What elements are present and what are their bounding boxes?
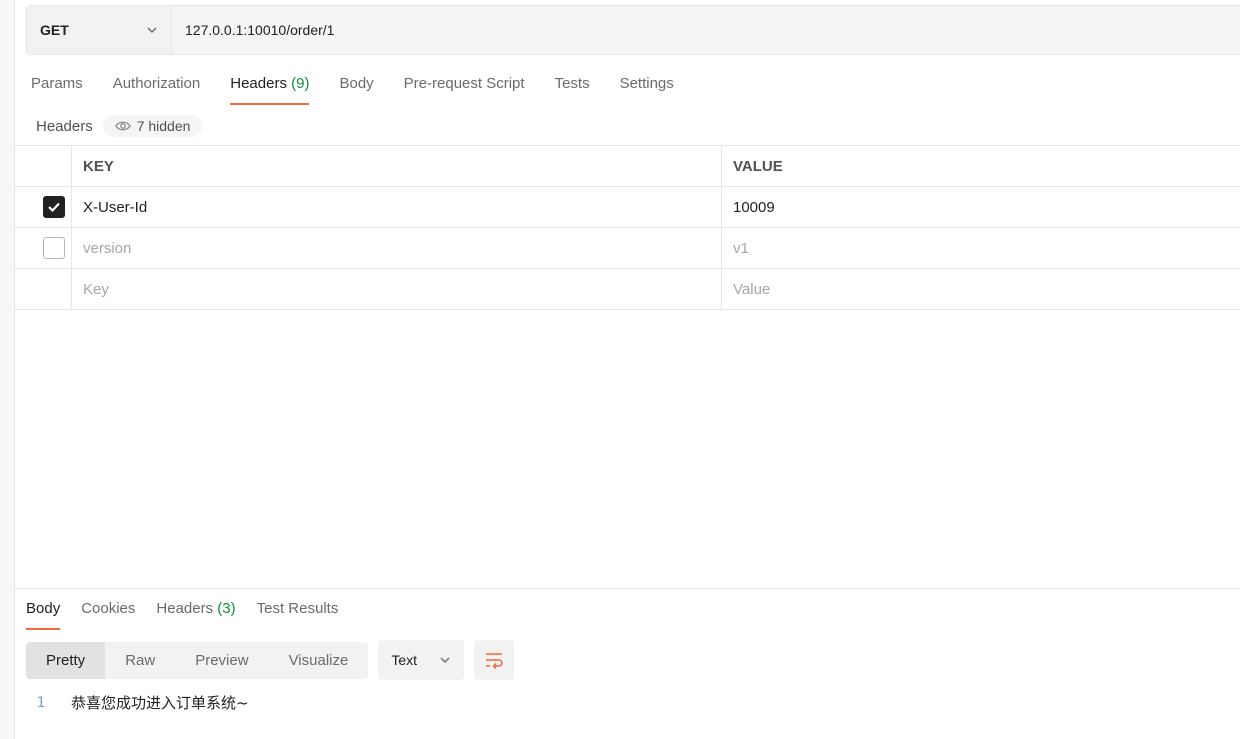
tab-response-body[interactable]: Body bbox=[26, 600, 61, 630]
key-column-header: KEY bbox=[72, 146, 722, 186]
view-mode-switch: Pretty Raw Preview Visualize bbox=[26, 641, 369, 679]
headers-title: Headers bbox=[36, 117, 93, 135]
tab-body[interactable]: Body bbox=[339, 75, 373, 105]
tab-label: Headers bbox=[230, 75, 287, 92]
chevron-down-icon bbox=[147, 27, 157, 33]
table-row: version v1 bbox=[15, 228, 1240, 269]
tab-label: Pre-request Script bbox=[403, 75, 525, 92]
tab-response-cookies[interactable]: Cookies bbox=[81, 600, 135, 630]
checkbox-column-header bbox=[15, 146, 72, 186]
tab-settings[interactable]: Settings bbox=[620, 75, 674, 105]
url-bar: GET bbox=[26, 5, 1240, 55]
mode-visualize[interactable]: Visualize bbox=[269, 642, 369, 679]
row-checkbox-cell bbox=[15, 187, 72, 227]
tab-label: Cookies bbox=[81, 600, 136, 617]
headers-table: KEY VALUE X-User-Id 10009 version v1 Key… bbox=[15, 145, 1240, 310]
mode-raw[interactable]: Raw bbox=[105, 642, 175, 679]
mode-pretty[interactable]: Pretty bbox=[26, 641, 106, 679]
header-value-cell[interactable]: v1 bbox=[722, 228, 1240, 268]
response-line-text: 恭喜您成功进入订单系统~ bbox=[71, 694, 249, 712]
value-column-header: VALUE bbox=[733, 157, 783, 175]
hidden-headers-toggle[interactable]: 7 hidden bbox=[102, 115, 203, 137]
header-key-cell[interactable]: X-User-Id bbox=[72, 187, 722, 227]
response-body-editor[interactable]: 1 恭喜您成功进入订单系统~ bbox=[26, 692, 249, 713]
tab-label: Headers bbox=[156, 600, 214, 617]
header-key-cell[interactable]: version bbox=[72, 228, 722, 268]
table-header-row: KEY VALUE bbox=[15, 146, 1240, 187]
tab-headers[interactable]: Headers (9) bbox=[230, 75, 310, 105]
headers-subheader: Headers 7 hidden bbox=[36, 114, 203, 138]
request-tabs: Params Authorization Headers (9) Body Pr… bbox=[31, 75, 674, 105]
tab-response-headers[interactable]: Headers (3) bbox=[156, 600, 235, 630]
tab-label: Authorization bbox=[112, 75, 201, 92]
wrap-lines-button[interactable] bbox=[474, 640, 515, 680]
tab-label: Params bbox=[31, 75, 83, 92]
row-checkbox-cell bbox=[15, 269, 72, 309]
tab-label: Test Results bbox=[256, 600, 339, 617]
eye-icon bbox=[114, 121, 131, 131]
mode-preview[interactable]: Preview bbox=[175, 642, 268, 679]
chevron-down-icon bbox=[440, 657, 450, 663]
tab-label: Body bbox=[26, 600, 61, 617]
row-checkbox[interactable] bbox=[43, 196, 65, 218]
tab-label: Settings bbox=[619, 75, 674, 92]
method-label: GET bbox=[40, 22, 69, 38]
new-key-input[interactable]: Key bbox=[72, 269, 722, 309]
tab-count: (9) bbox=[291, 75, 310, 92]
header-value-cell[interactable]: 10009 bbox=[722, 187, 1240, 227]
response-tabs: Body Cookies Headers (3) Test Results bbox=[26, 600, 338, 630]
line-number: 1 bbox=[36, 694, 45, 711]
table-row: X-User-Id 10009 bbox=[15, 187, 1240, 228]
row-checkbox-cell bbox=[15, 228, 72, 268]
hidden-count-label: 7 hidden bbox=[136, 118, 191, 134]
row-checkbox[interactable] bbox=[43, 237, 65, 259]
wrap-lines-icon bbox=[486, 653, 504, 669]
tab-authorization[interactable]: Authorization bbox=[113, 75, 201, 105]
tab-label: Body bbox=[339, 75, 374, 92]
tab-tests[interactable]: Tests bbox=[555, 75, 590, 105]
tab-response-test-results[interactable]: Test Results bbox=[257, 600, 339, 630]
response-toolbar: Pretty Raw Preview Visualize Text bbox=[26, 640, 515, 680]
tab-pre-request-script[interactable]: Pre-request Script bbox=[404, 75, 525, 105]
url-input[interactable] bbox=[172, 6, 1240, 54]
new-value-input[interactable]: Value bbox=[722, 269, 1240, 309]
tab-count: (3) bbox=[217, 600, 236, 617]
response-divider[interactable] bbox=[15, 588, 1240, 589]
method-select[interactable]: GET bbox=[27, 6, 172, 54]
tab-label: Tests bbox=[554, 75, 590, 92]
table-row-new: Key Value bbox=[15, 269, 1240, 310]
check-icon bbox=[48, 202, 60, 213]
format-label: Text bbox=[391, 652, 418, 668]
tab-params[interactable]: Params bbox=[31, 75, 83, 105]
left-sidebar-edge bbox=[0, 0, 15, 739]
format-select[interactable]: Text bbox=[378, 640, 465, 680]
